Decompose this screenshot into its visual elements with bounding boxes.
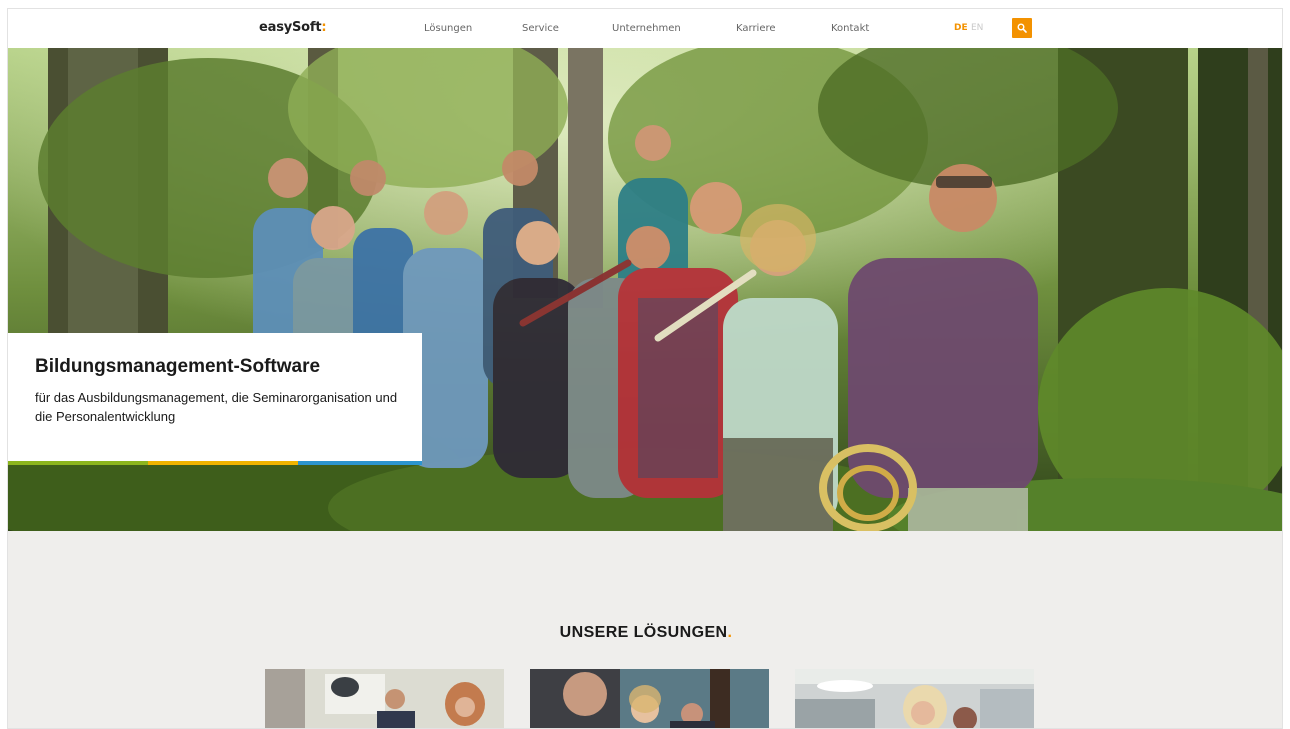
solutions-heading-text: UNSERE LÖSUNGEN xyxy=(559,624,728,641)
solutions-heading-dot: . xyxy=(727,624,733,641)
nav-item-kontakt[interactable]: Kontakt xyxy=(831,23,869,34)
logo[interactable]: easySoft: xyxy=(259,20,327,35)
solution-card-1[interactable] xyxy=(265,669,504,728)
accent-bar-green xyxy=(8,461,148,465)
top-navigation: easySoft: Lösungen Service Unternehmen K… xyxy=(8,9,1282,48)
solution-card-2[interactable] xyxy=(530,669,769,728)
nav-item-loesungen[interactable]: Lösungen xyxy=(424,23,472,34)
solution-card-image xyxy=(795,669,1034,728)
hero-title: Bildungsmanagement-Software xyxy=(35,356,321,377)
solutions-heading: UNSERE LÖSUNGEN. xyxy=(8,624,1282,642)
accent-bar-yellow xyxy=(148,461,298,465)
nav-item-service[interactable]: Service xyxy=(522,23,559,34)
search-icon xyxy=(1017,23,1027,33)
search-button[interactable] xyxy=(1012,18,1032,38)
logo-mark: : xyxy=(321,20,327,35)
solution-card-image xyxy=(530,669,769,728)
logo-text: easySoft xyxy=(259,20,322,35)
hero-subtitle: für das Ausbildungsmanagement, die Semin… xyxy=(35,390,398,424)
nav-item-karriere[interactable]: Karriere xyxy=(736,23,776,34)
page: easySoft: Lösungen Service Unternehmen K… xyxy=(7,8,1283,729)
solution-card-3[interactable] xyxy=(795,669,1034,728)
nav-item-unternehmen[interactable]: Unternehmen xyxy=(612,23,681,34)
accent-bar-blue xyxy=(298,461,422,465)
lang-de[interactable]: DE xyxy=(954,23,968,33)
hero-banner: Bildungsmanagement-Software für das Ausb… xyxy=(8,48,1282,531)
hero-text-card: Bildungsmanagement-Software für das Ausb… xyxy=(8,333,422,465)
solution-card-image xyxy=(265,669,504,728)
lang-en[interactable]: EN xyxy=(971,23,983,33)
hero-accent-bar xyxy=(8,461,422,465)
